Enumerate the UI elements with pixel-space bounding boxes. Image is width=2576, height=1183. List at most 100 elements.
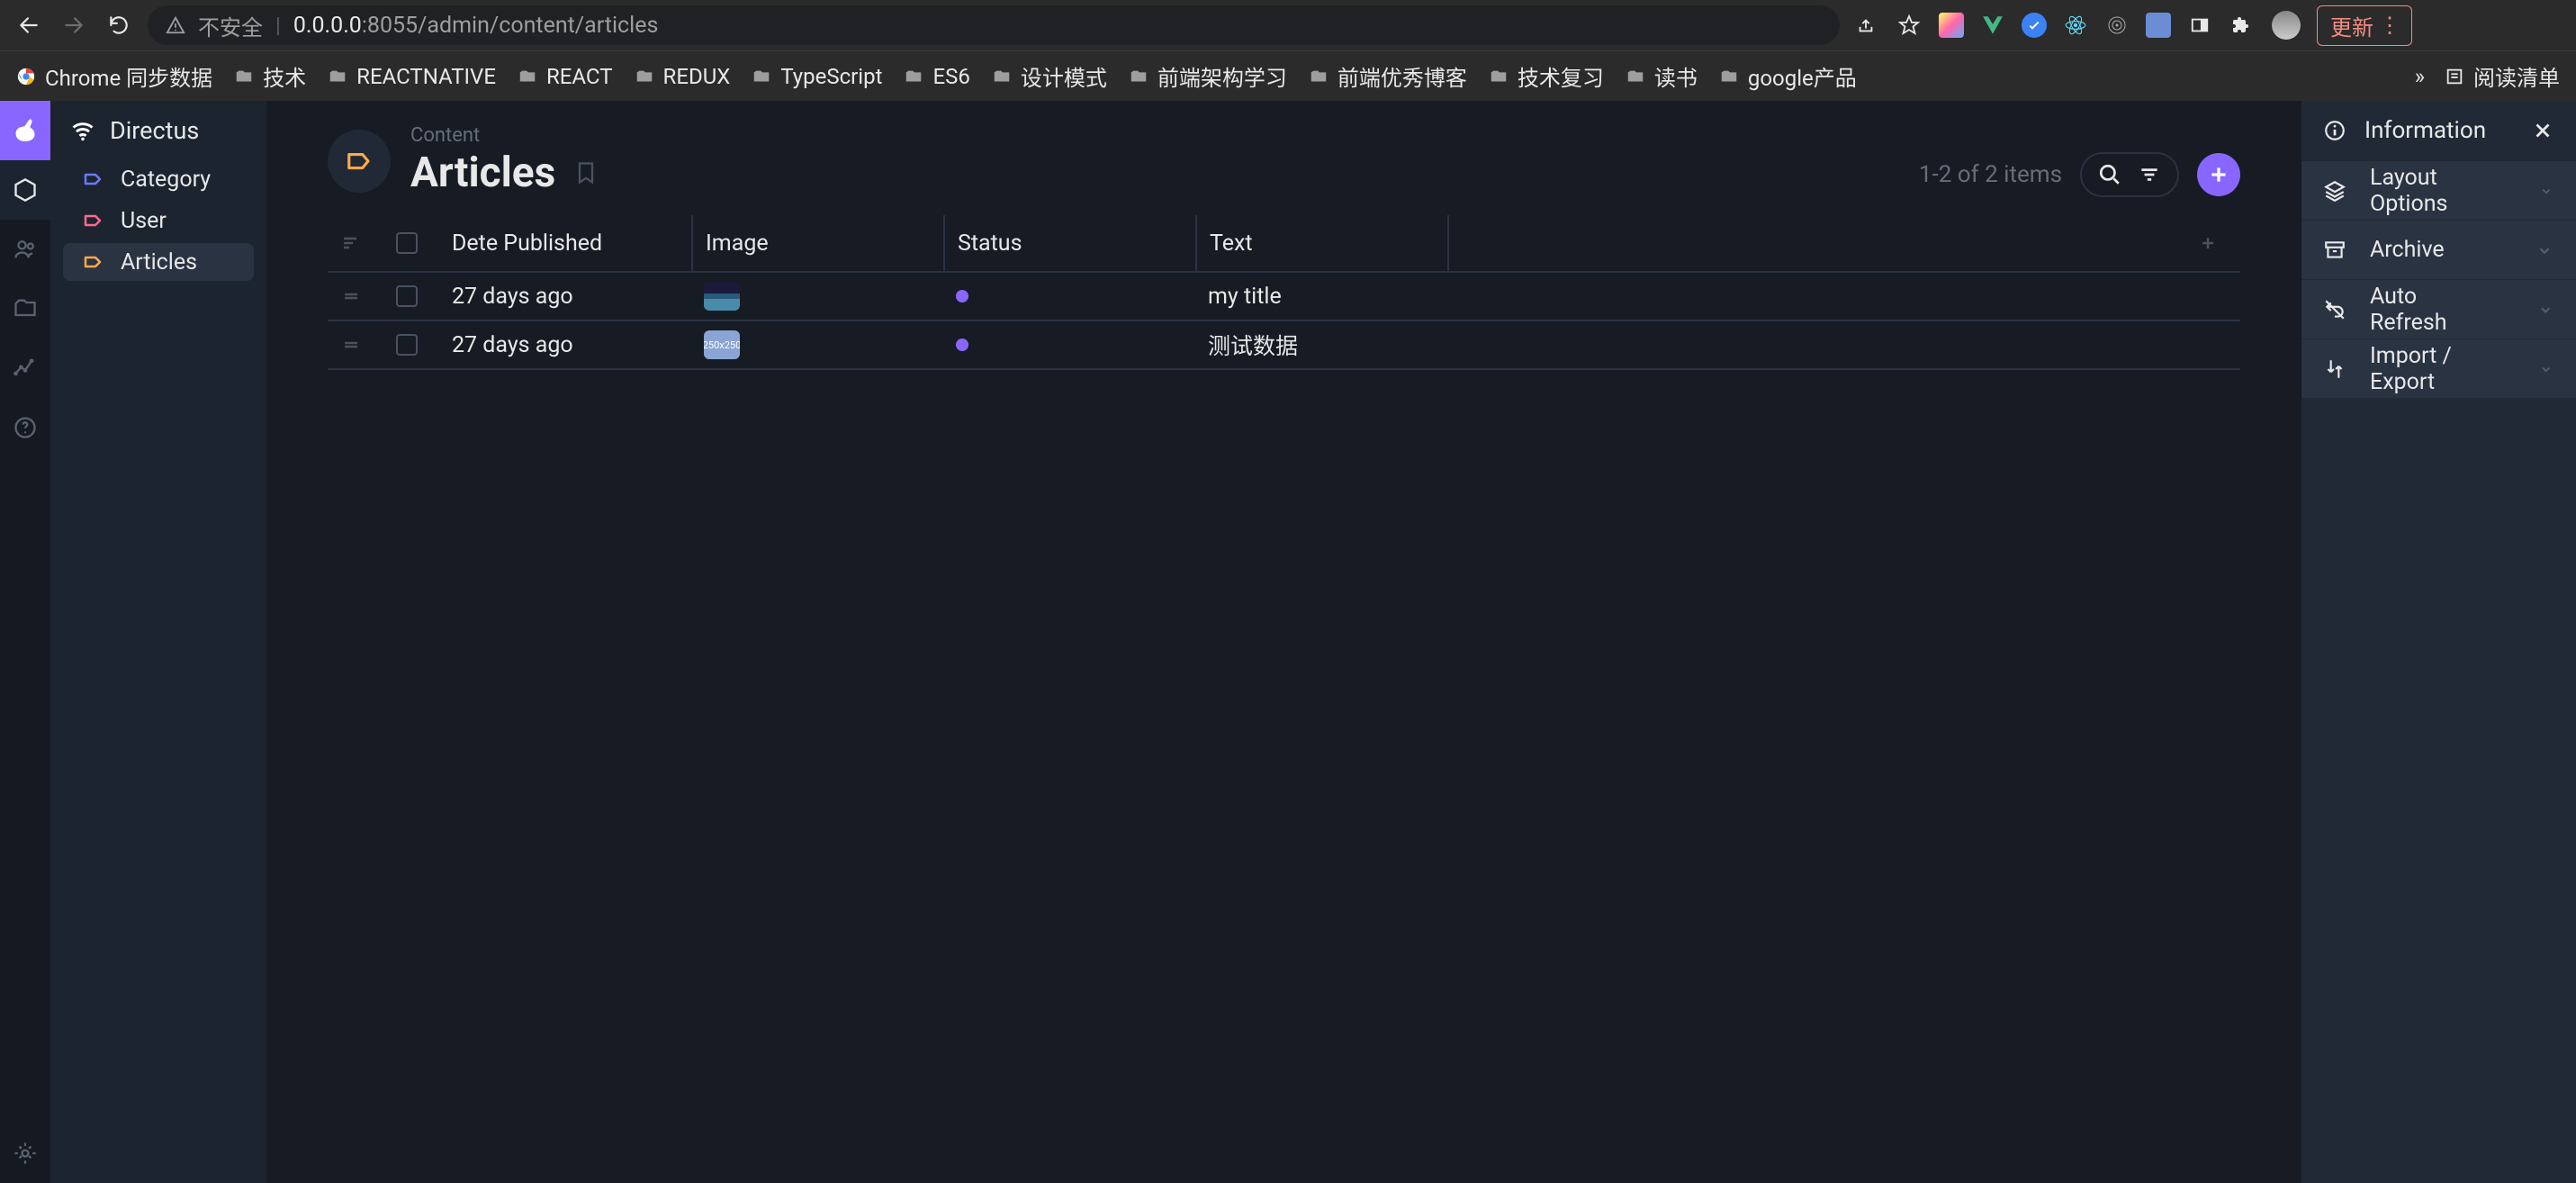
search-icon[interactable] <box>2098 163 2121 186</box>
col-text[interactable]: Text <box>1195 215 1447 271</box>
chevron-down-icon <box>2538 181 2554 201</box>
brand-logo[interactable] <box>0 101 50 160</box>
panel-item-import-export[interactable]: Import / Export <box>2301 339 2576 398</box>
rail-docs[interactable] <box>0 398 50 457</box>
table-row[interactable]: 27 days ago250x250测试数据 <box>328 321 2240 370</box>
bookmark-item[interactable]: REDUX <box>635 64 731 89</box>
rail-files[interactable] <box>0 279 50 339</box>
close-icon[interactable] <box>2531 119 2554 142</box>
bookmark-bar: Chrome 同步数据技术 REACTNATIVE REACT REDUX TypeSc… <box>0 50 2576 101</box>
label-icon <box>346 148 373 175</box>
bookmark-item[interactable]: 前端架构学习 <box>1129 60 1287 92</box>
sidebar-item-articles[interactable]: Articles <box>63 243 254 281</box>
breadcrumb[interactable]: Content <box>410 124 1899 147</box>
extension-icon-check[interactable] <box>2022 13 2047 38</box>
table-header-row: Dete Published Image Status Text <box>328 215 2240 273</box>
rail-content[interactable] <box>0 160 50 220</box>
rail-insights[interactable] <box>0 339 50 398</box>
bookmark-item[interactable]: 技术 <box>234 60 306 92</box>
label-icon <box>83 251 104 273</box>
bookmark-item[interactable]: 读书 <box>1626 60 1698 92</box>
label-icon <box>83 168 104 190</box>
profile-avatar[interactable] <box>2272 11 2301 40</box>
security-label: 不安全 <box>198 10 263 41</box>
main-content: Content Articles 1-2 of 2 items <box>266 101 2301 1183</box>
sidebar-item-user[interactable]: User <box>63 202 254 239</box>
data-table: Dete Published Image Status Text 27 days… <box>266 215 2301 370</box>
bookmark-item[interactable]: REACTNATIVE <box>328 64 496 89</box>
bookmark-overflow[interactable]: » <box>2415 64 2425 89</box>
row-checkbox[interactable] <box>383 273 439 320</box>
col-date[interactable]: Dete Published <box>439 215 691 271</box>
brand-name: Directus <box>110 116 199 145</box>
reload-button[interactable] <box>103 9 135 41</box>
back-button[interactable] <box>13 9 45 41</box>
extension-icon-vue[interactable] <box>1980 13 2005 38</box>
bookmark-item[interactable]: REACT <box>518 64 613 89</box>
label-icon <box>83 210 104 231</box>
right-panel: Information Layout OptionsArchiveAuto Re… <box>2301 101 2576 1183</box>
collection-icon-wrap <box>328 130 391 193</box>
cell-text: my title <box>1195 273 1447 320</box>
refresh-icon <box>2323 298 2346 321</box>
panel-item-archive[interactable]: Archive <box>2301 220 2576 279</box>
drag-handle[interactable] <box>328 273 383 320</box>
url-text: 0.0.0.0:8055/admin/content/articles <box>293 13 659 39</box>
wifi-icon <box>70 118 95 143</box>
chevron-down-icon <box>2535 240 2554 260</box>
bookmark-item[interactable]: 前端优秀博客 <box>1309 60 1467 92</box>
filter-icon[interactable] <box>2138 163 2161 186</box>
sort-column[interactable] <box>328 215 383 271</box>
bookmark-item[interactable]: TypeScript <box>752 64 882 89</box>
reading-list-button[interactable]: 阅读清单 <box>2445 60 2560 92</box>
cell-status <box>943 321 1195 368</box>
panel-item-layout-options[interactable]: Layout Options <box>2301 160 2576 220</box>
bookmark-item[interactable]: 技术复习 <box>1489 60 1604 92</box>
row-checkbox[interactable] <box>383 321 439 368</box>
extension-icon-react[interactable] <box>2063 13 2088 38</box>
forward-button[interactable] <box>58 9 90 41</box>
bookmark-star-icon[interactable] <box>1896 12 1923 39</box>
add-column[interactable] <box>2184 215 2240 271</box>
extension-icon[interactable] <box>1939 13 1964 38</box>
panel-item-label: Auto Refresh <box>2370 284 2490 336</box>
extension-icon-panel[interactable] <box>2187 13 2212 38</box>
bookmark-item[interactable]: ES6 <box>904 64 969 89</box>
bookmark-item[interactable]: Chrome 同步数据 <box>16 60 212 92</box>
sidebar-header: Directus <box>50 101 266 160</box>
browser-toolbar: 不安全 | 0.0.0.0:8055/admin/content/article… <box>0 0 2576 50</box>
chevron-down-icon <box>2538 359 2554 379</box>
panel-item-label: Layout Options <box>2370 165 2491 217</box>
share-icon[interactable] <box>1852 12 1879 39</box>
update-button[interactable]: 更新 ⋮ <box>2317 5 2412 46</box>
url-bar[interactable]: 不安全 | 0.0.0.0:8055/admin/content/article… <box>148 5 1840 45</box>
col-status[interactable]: Status <box>943 215 1195 271</box>
drag-handle[interactable] <box>328 321 383 368</box>
cell-date: 27 days ago <box>439 321 691 368</box>
extensions-puzzle-icon[interactable] <box>2229 12 2256 39</box>
nav-rail <box>0 101 50 1183</box>
panel-item-label: Archive <box>2370 237 2445 263</box>
rail-settings[interactable] <box>0 1124 50 1183</box>
table-row[interactable]: 27 days agomy title <box>328 273 2240 321</box>
cell-image <box>691 273 943 320</box>
add-button[interactable] <box>2197 153 2240 196</box>
page-header: Content Articles 1-2 of 2 items <box>266 119 2301 215</box>
cell-text: 测试数据 <box>1195 321 1447 368</box>
col-image[interactable]: Image <box>691 215 943 271</box>
panel-item-auto-refresh[interactable]: Auto Refresh <box>2301 279 2576 339</box>
rabbit-icon <box>9 114 41 147</box>
extension-icon-target[interactable] <box>2104 13 2130 38</box>
extension-icon-square[interactable] <box>2146 13 2171 38</box>
sidebar-item-category[interactable]: Category <box>63 160 254 198</box>
rail-users[interactable] <box>0 220 50 279</box>
layout-icon <box>2323 179 2346 203</box>
select-all[interactable] <box>383 215 439 271</box>
search-filter-group <box>2080 152 2179 197</box>
info-icon <box>2323 119 2346 142</box>
bookmark-outline-icon[interactable] <box>573 160 599 185</box>
bookmark-item[interactable]: google产品 <box>1719 60 1857 92</box>
bookmark-item[interactable]: 设计模式 <box>992 60 1107 92</box>
list-icon <box>2445 67 2464 86</box>
archive-icon <box>2323 239 2346 262</box>
